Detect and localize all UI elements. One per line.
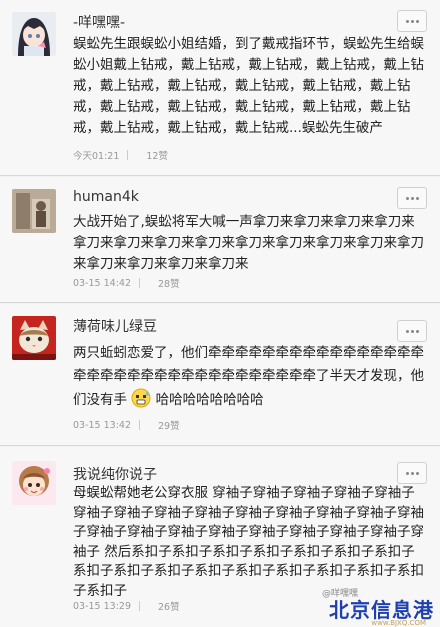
- more-button[interactable]: [397, 462, 427, 484]
- comment-text: 母蜈蚣帮她老公穿衣服 穿袖子穿袖子穿袖子穿袖子穿袖子穿袖子穿袖子穿袖子穿袖子穿袖…: [73, 485, 424, 599]
- comment-item: human4k 大战开始了,蜈蚣将军大喊一声拿刀来拿刀来拿刀来拿刀来拿刀来拿刀来…: [0, 177, 440, 303]
- like-count[interactable]: 28赞: [158, 276, 180, 290]
- more-button[interactable]: [397, 10, 427, 32]
- avatar-photo-icon: [12, 189, 56, 233]
- divider: [139, 278, 141, 288]
- comment-text: 两只蚯蚓恋爱了，他们牵牵牵牵牵牵牵牵牵牵牵牵牵牵牵牵牵牵牵牵牵牵牵牵牵牵牵牵牵牵…: [73, 342, 425, 412]
- username[interactable]: -咩嘿嘿-: [73, 12, 125, 32]
- timestamp: 今天01:21: [73, 151, 120, 162]
- comment-item: 薄荷味儿绿豆 两只蚯蚓恋爱了，他们牵牵牵牵牵牵牵牵牵牵牵牵牵牵牵牵牵牵牵牵牵牵牵…: [0, 304, 440, 446]
- username[interactable]: human4k: [73, 189, 139, 205]
- site-watermark-url: www.BJXQ.COM: [371, 619, 426, 627]
- sweat-smile-emoji-icon: [131, 388, 151, 408]
- more-icon: [405, 329, 419, 333]
- more-icon: [405, 196, 419, 200]
- more-button[interactable]: [397, 187, 427, 209]
- comment-text: 蜈蚣先生跟蜈蚣小姐结婚，到了戴戒指环节，蜈蚣先生给蜈蚣小姐戴上钻戒，戴上钻戒，戴…: [73, 36, 424, 136]
- more-icon: [405, 19, 419, 23]
- avatar-anime-girl-icon: [12, 12, 56, 56]
- avatar[interactable]: [12, 316, 56, 360]
- comment-text: 大战开始了,蜈蚣将军大喊一声拿刀来拿刀来拿刀来拿刀来拿刀来拿刀来拿刀来拿刀来拿刀…: [73, 214, 424, 272]
- comment-meta: 03-15 14:42 28赞: [73, 276, 180, 291]
- timestamp: 03-15 13:29: [73, 600, 132, 612]
- username[interactable]: 我说纯你说子: [73, 464, 157, 484]
- divider: [139, 420, 141, 430]
- username[interactable]: 薄荷味儿绿豆: [73, 316, 157, 336]
- avatar-cat-icon: [12, 316, 56, 360]
- avatar[interactable]: [12, 12, 56, 56]
- avatar-cartoon-girl-icon: [12, 461, 56, 505]
- divider: [139, 601, 141, 611]
- avatar[interactable]: [12, 461, 56, 505]
- divider: [127, 150, 129, 160]
- timestamp: 03-15 13:42: [73, 419, 132, 431]
- more-button[interactable]: [397, 320, 427, 342]
- comment-meta: 03-15 13:42 29赞: [73, 418, 180, 433]
- avatar[interactable]: [12, 189, 56, 233]
- comment-meta: 03-15 13:29 26赞: [73, 599, 180, 614]
- like-count[interactable]: 12赞: [146, 148, 168, 162]
- like-count[interactable]: 29赞: [158, 418, 180, 432]
- comment-text-part: 哈哈哈哈哈哈哈哈: [155, 392, 264, 408]
- like-count[interactable]: 26赞: [158, 599, 180, 613]
- timestamp: 03-15 14:42: [73, 277, 132, 289]
- more-icon: [405, 471, 419, 475]
- comment-item: -咩嘿嘿- 蜈蚣先生跟蜈蚣小姐结婚，到了戴戒指环节，蜈蚣先生给蜈蚣小姐戴上钻戒，…: [0, 0, 440, 176]
- comment-meta: 今天01:21 12赞: [73, 148, 168, 162]
